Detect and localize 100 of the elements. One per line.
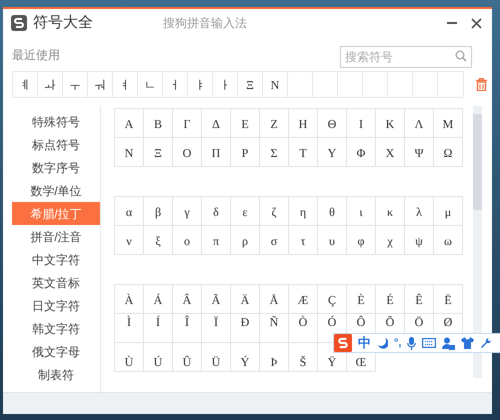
search-field[interactable]: 搜索符号 xyxy=(340,46,472,68)
symbol-cell[interactable]: κ xyxy=(376,197,405,226)
symbol-cell[interactable]: π xyxy=(202,226,231,255)
symbol-cell[interactable]: Λ xyxy=(405,109,434,138)
category-item[interactable]: 特殊符号 xyxy=(12,110,100,133)
symbol-cell[interactable]: β xyxy=(144,197,173,226)
recent-label: 最近使用 xyxy=(12,47,60,64)
symbol-cell[interactable]: Τ xyxy=(289,138,318,167)
symbol-cell[interactable]: Ä xyxy=(231,285,260,314)
symbol-cell[interactable]: Ð xyxy=(231,314,260,343)
symbol-cell[interactable]: Σ xyxy=(260,138,289,167)
symbol-cell[interactable]: Ν xyxy=(115,138,144,167)
symbol-cell[interactable]: ψ xyxy=(405,226,434,255)
symbol-cell[interactable]: θ xyxy=(318,197,347,226)
symbol-cell[interactable]: Ρ xyxy=(231,138,260,167)
symbol-cell[interactable]: É xyxy=(376,285,405,314)
category-item[interactable]: 日文字符 xyxy=(12,294,100,317)
symbol-cell[interactable]: Å xyxy=(260,285,289,314)
symbol-cell[interactable]: Ζ xyxy=(260,109,289,138)
symbol-cell[interactable]: μ xyxy=(434,197,463,226)
symbol-cell[interactable]: Θ xyxy=(318,109,347,138)
symbol-cell[interactable]: Ψ xyxy=(405,138,434,167)
symbol-cell[interactable]: Ï xyxy=(202,314,231,343)
symbol-cell[interactable]: Ò xyxy=(289,314,318,343)
symbol-cell[interactable]: Æ xyxy=(289,285,318,314)
category-item[interactable]: 制表符 xyxy=(12,363,100,386)
symbol-cell[interactable]: χ xyxy=(376,226,405,255)
symbol-cell[interactable]: λ xyxy=(405,197,434,226)
symbol-cell[interactable]: Ê xyxy=(405,285,434,314)
symbol-cell[interactable]: Î xyxy=(173,314,202,343)
symbol-cell[interactable]: φ xyxy=(347,226,376,255)
microphone-icon[interactable] xyxy=(407,336,416,350)
symbol-cell[interactable]: δ xyxy=(202,197,231,226)
symbol-cell[interactable]: Ý xyxy=(231,343,260,372)
search-icon xyxy=(455,50,467,62)
keyboard-icon[interactable] xyxy=(422,338,436,348)
symbol-cell[interactable]: ρ xyxy=(231,226,260,255)
symbol-cell[interactable]: Û xyxy=(173,343,202,372)
trash-icon[interactable] xyxy=(476,78,487,91)
symbol-cell[interactable]: Ë xyxy=(434,285,463,314)
symbol-cell[interactable]: Χ xyxy=(376,138,405,167)
symbol-cell[interactable]: ζ xyxy=(260,197,289,226)
symbol-cell[interactable]: ι xyxy=(347,197,376,226)
symbol-cell[interactable]: Ã xyxy=(202,285,231,314)
minimize-icon xyxy=(447,22,457,24)
logo-icon xyxy=(11,15,27,31)
symbol-cell[interactable]: Ο xyxy=(173,138,202,167)
category-item[interactable]: 俄文字母 xyxy=(12,340,100,363)
symbol-cell[interactable]: À xyxy=(115,285,144,314)
symbol-cell[interactable]: Ι xyxy=(347,109,376,138)
symbol-cell[interactable]: Π xyxy=(202,138,231,167)
symbol-cell[interactable]: σ xyxy=(260,226,289,255)
symbol-cell[interactable]: γ xyxy=(173,197,202,226)
symbol-cell[interactable]: ω xyxy=(434,226,463,255)
user-icon[interactable] xyxy=(442,336,456,350)
symbol-cell[interactable]: Β xyxy=(144,109,173,138)
symbol-cell[interactable]: Υ xyxy=(318,138,347,167)
symbol-cell[interactable]: Ú xyxy=(144,343,173,372)
category-item[interactable]: 数学/单位 xyxy=(12,179,100,202)
symbol-cell[interactable]: Φ xyxy=(347,138,376,167)
symbol-cell[interactable]: Ü xyxy=(202,343,231,372)
category-item[interactable]: 标点符号 xyxy=(12,133,100,156)
symbol-cell[interactable]: Ω xyxy=(434,138,463,167)
symbol-cell[interactable]: Γ xyxy=(173,109,202,138)
category-item[interactable]: 英文音标 xyxy=(12,271,100,294)
symbol-cell[interactable]: Ì xyxy=(115,314,144,343)
symbol-cell[interactable]: Ñ xyxy=(260,314,289,343)
symbol-cell[interactable]: ξ xyxy=(144,226,173,255)
window-title: 符号大全 xyxy=(33,12,93,33)
symbol-cell[interactable]: È xyxy=(347,285,376,314)
symbol-cell[interactable]: υ xyxy=(318,226,347,255)
symbol-cell[interactable]: Ξ xyxy=(144,138,173,167)
symbol-cell[interactable]: Α xyxy=(115,109,144,138)
symbol-cell[interactable]: Š xyxy=(289,343,318,372)
symbol-cell[interactable]: Η xyxy=(289,109,318,138)
symbol-cell[interactable]: α xyxy=(115,197,144,226)
category-item[interactable]: 中文字符 xyxy=(12,248,100,271)
symbol-cell[interactable]: Δ xyxy=(202,109,231,138)
shirt-icon[interactable] xyxy=(461,337,474,349)
symbol-cell[interactable]: τ xyxy=(289,226,318,255)
wrench-icon[interactable] xyxy=(480,337,492,349)
symbol-cell[interactable]: Þ xyxy=(260,343,289,372)
symbol-cell[interactable]: ο xyxy=(173,226,202,255)
symbol-cell[interactable]: Μ xyxy=(434,109,463,138)
symbol-cell[interactable]: Â xyxy=(173,285,202,314)
symbol-cell[interactable]: η xyxy=(289,197,318,226)
symbol-cell[interactable]: Á xyxy=(144,285,173,314)
symbol-cell[interactable]: Ç xyxy=(318,285,347,314)
symbol-cell[interactable]: ε xyxy=(231,197,260,226)
symbol-cell[interactable]: Ε xyxy=(231,109,260,138)
symbol-cell[interactable]: Ù xyxy=(115,343,144,372)
category-item[interactable]: 数字序号 xyxy=(12,156,100,179)
scrollbar[interactable] xyxy=(473,106,482,378)
symbol-cell[interactable]: Κ xyxy=(376,109,405,138)
category-item[interactable]: 拼音/注音 xyxy=(12,225,100,248)
symbol-cell[interactable]: Í xyxy=(144,314,173,343)
moon-icon[interactable] xyxy=(377,337,388,349)
logo-icon[interactable] xyxy=(334,334,352,352)
category-item[interactable]: 韩文字符 xyxy=(12,317,100,340)
symbol-cell[interactable]: ν xyxy=(115,226,144,255)
